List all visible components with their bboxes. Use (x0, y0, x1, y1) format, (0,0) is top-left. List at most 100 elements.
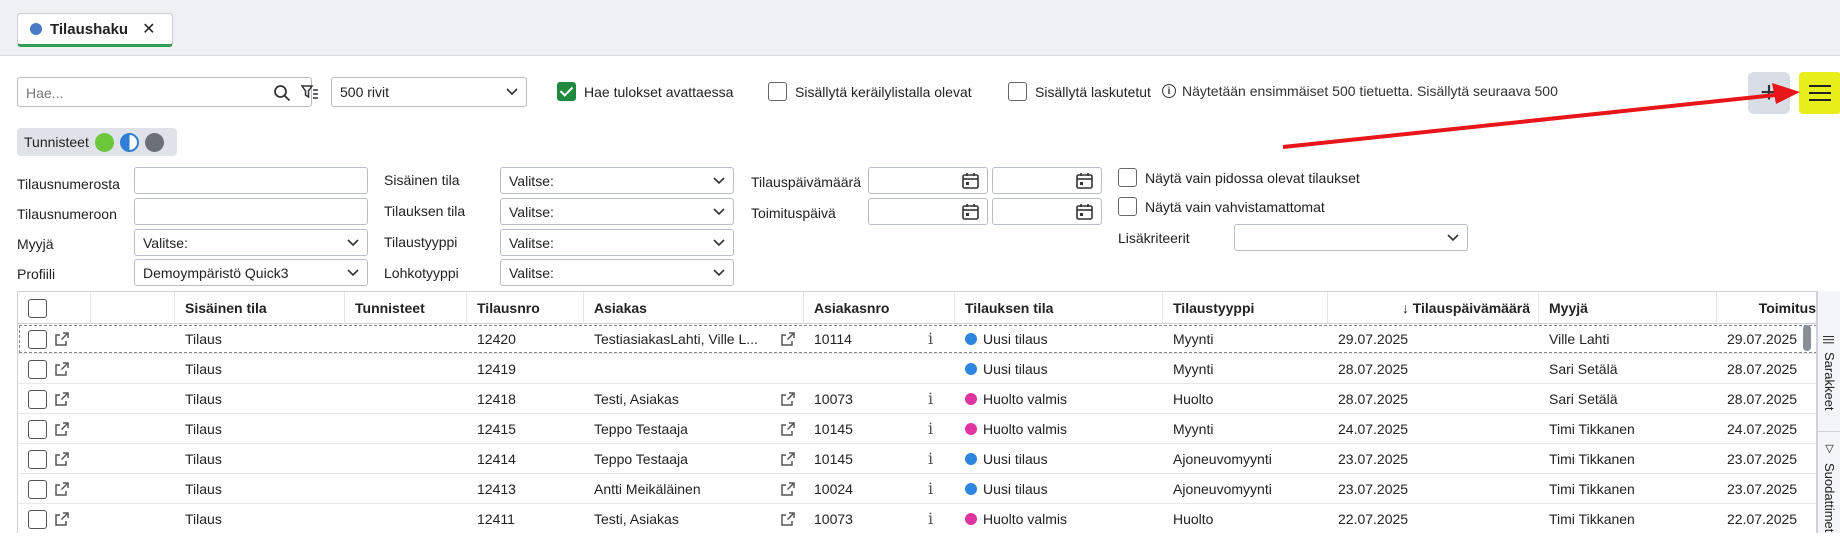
table-row[interactable]: Tilaus 12418 Testi, Asiakas 10073 i Huolto va… (18, 384, 1816, 414)
fetch-on-open-option[interactable]: Hae tulokset avattaessa (557, 82, 733, 101)
include-picklist-checkbox[interactable] (768, 82, 787, 101)
header-customer[interactable]: Asiakas (584, 292, 804, 324)
filters-tab[interactable]: ▽ Suodattimet (1818, 431, 1840, 541)
calendar-icon[interactable] (1076, 203, 1093, 220)
filters-tab-label: Suodattimet (1822, 463, 1837, 533)
table-row[interactable]: Tilaus 12414 Teppo Testaaja 10145 i Uusi tila… (18, 444, 1816, 474)
open-external-icon[interactable] (54, 361, 70, 377)
calendar-icon[interactable] (962, 172, 979, 189)
seller-select[interactable]: Valitse: (134, 229, 368, 256)
include-invoiced-checkbox[interactable] (1008, 82, 1027, 101)
open-external-icon[interactable] (54, 331, 70, 347)
hamburger-menu-button[interactable] (1799, 72, 1840, 114)
row-checkbox[interactable] (28, 419, 47, 439)
cell-tags (345, 384, 467, 414)
block-type-value: Valitse: (509, 264, 554, 281)
open-external-icon[interactable] (54, 421, 70, 437)
tab-tilaushaku[interactable]: Tilaushaku ✕ (17, 13, 173, 47)
fetch-on-open-checkbox[interactable] (557, 82, 576, 101)
table-row[interactable]: Tilaus 12420 TestiasiakasLahti, Ville L...… (18, 324, 1816, 354)
customer-info-icon[interactable]: i (928, 479, 933, 498)
customer-info-icon[interactable]: i (928, 449, 933, 468)
order-type-select[interactable]: Valitse: (500, 229, 734, 256)
header-order-number[interactable]: Tilausnro (467, 292, 584, 324)
unconfirmed-option[interactable]: Näytä vain vahvistamattomat (1118, 197, 1325, 216)
extra-criteria-select[interactable] (1234, 224, 1468, 251)
columns-tab[interactable]: ||| Sarakkeet (1818, 325, 1840, 415)
delivery-date-from[interactable] (868, 198, 988, 225)
unconfirmed-checkbox[interactable] (1118, 197, 1137, 216)
open-external-icon[interactable] (54, 511, 70, 527)
table-row[interactable]: Tilaus 12411 Testi, Asiakas 10073 i Huolto va… (18, 504, 1816, 533)
order-date-from[interactable] (868, 167, 988, 194)
cell-customer: Teppo Testaaja (594, 421, 688, 437)
rows-select[interactable]: 500 rivit (331, 77, 527, 107)
grid-scrollbar[interactable] (1803, 325, 1811, 351)
row-checkbox[interactable] (28, 359, 47, 379)
delivery-date-to[interactable] (992, 198, 1102, 225)
open-customer-icon[interactable] (780, 481, 796, 497)
open-external-icon[interactable] (54, 391, 70, 407)
on-hold-checkbox[interactable] (1118, 168, 1137, 187)
status-dot-icon (965, 483, 977, 495)
row-checkbox[interactable] (28, 479, 47, 499)
header-order-date[interactable]: ↓ Tilauspäivämäärä (1328, 292, 1539, 324)
cell-customer-number (804, 354, 924, 384)
cell-delivery: 29.07.2025 (1727, 331, 1798, 347)
search-icon[interactable] (273, 84, 291, 102)
open-customer-icon[interactable] (780, 331, 796, 347)
row-checkbox[interactable] (28, 449, 47, 469)
cell-customer-number: 10024 (814, 481, 853, 497)
result-info: i Näytetään ensimmäiset 500 tietuetta. S… (1162, 83, 1558, 99)
order-state-select[interactable]: Valitse: (500, 198, 734, 225)
search-field[interactable] (17, 77, 318, 107)
row-checkbox[interactable] (28, 509, 47, 529)
cell-order-state: Huolto valmis (955, 504, 1163, 533)
open-customer-icon[interactable] (780, 451, 796, 467)
table-row[interactable]: Tilaus 12415 Teppo Testaaja 10145 i Huolto va… (18, 414, 1816, 444)
profile-label: Profiili (17, 266, 56, 282)
tags-chip[interactable]: Tunnisteet (17, 128, 177, 156)
header-internal-state[interactable]: Sisäinen tila (175, 292, 345, 324)
add-button[interactable]: + (1748, 72, 1790, 114)
table-row[interactable]: Tilaus 12419 Uusi tilaus Myynti 28.07.2025 Sa… (18, 354, 1816, 384)
open-external-icon[interactable] (54, 451, 70, 467)
order-from-input[interactable] (134, 167, 368, 194)
order-to-input[interactable] (134, 198, 368, 225)
row-checkbox[interactable] (28, 389, 47, 409)
on-hold-option[interactable]: Näytä vain pidossa olevat tilaukset (1118, 168, 1360, 187)
include-picklist-option[interactable]: Sisällytä keräilylistalla olevat (768, 82, 972, 101)
open-customer-icon[interactable] (780, 391, 796, 407)
include-invoiced-option[interactable]: Sisällytä laskutetut (1008, 82, 1151, 101)
filter-list-icon[interactable] (301, 84, 319, 102)
customer-info-icon[interactable]: i (928, 509, 933, 528)
profile-select[interactable]: Demoympäristö Quick3 (134, 259, 368, 286)
open-external-icon[interactable] (54, 481, 70, 497)
internal-state-select[interactable]: Valitse: (500, 167, 734, 194)
header-seller[interactable]: Myyjä (1539, 292, 1717, 324)
header-delivery[interactable]: Toimitus (1717, 292, 1816, 324)
order-type-label: Tilaustyyppi (384, 234, 458, 250)
header-tags[interactable]: Tunnisteet (345, 292, 467, 324)
order-from-label: Tilausnumerosta (17, 176, 120, 192)
order-date-to[interactable] (992, 167, 1102, 194)
calendar-icon[interactable] (1076, 172, 1093, 189)
table-row[interactable]: Tilaus 12413 Antti Meikäläinen 10024 i Uusi t… (18, 474, 1816, 504)
result-info-text[interactable]: Näytetään ensimmäiset 500 tietuetta. Sis… (1182, 83, 1558, 99)
calendar-icon[interactable] (962, 203, 979, 220)
select-all-checkbox[interactable] (28, 298, 47, 318)
header-order-type[interactable]: Tilaustyyppi (1163, 292, 1328, 324)
row-checkbox[interactable] (28, 329, 47, 349)
open-customer-icon[interactable] (780, 421, 796, 437)
close-icon[interactable]: ✕ (142, 19, 155, 39)
header-order-state[interactable]: Tilauksen tila (955, 292, 1163, 324)
search-input[interactable] (24, 82, 254, 104)
cell-delivery: 23.07.2025 (1727, 481, 1798, 497)
customer-info-icon[interactable]: i (928, 389, 933, 408)
chevron-down-icon (713, 176, 725, 184)
block-type-select[interactable]: Valitse: (500, 259, 734, 286)
header-customer-number[interactable]: Asiakasnro (804, 292, 955, 324)
open-customer-icon[interactable] (780, 511, 796, 527)
customer-info-icon[interactable]: i (928, 419, 933, 438)
customer-info-icon[interactable]: i (928, 329, 933, 348)
